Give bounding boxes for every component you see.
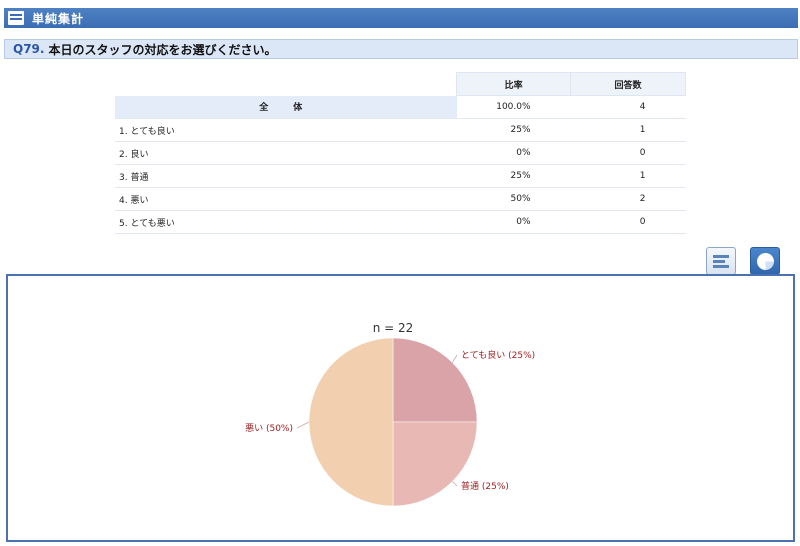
table-header-row: 比率 回答数	[115, 72, 686, 96]
row-count: 1	[570, 164, 686, 188]
bar-chart-icon-bar	[713, 260, 725, 263]
row-label: 4. 悪い	[115, 187, 457, 211]
pie-chart-icon	[757, 253, 774, 270]
total-ratio: 100.0%	[456, 95, 571, 119]
chart-title: n = 22	[373, 321, 414, 335]
row-count: 0	[570, 210, 686, 234]
pie-label-leader	[296, 421, 310, 429]
pie-label-leader	[452, 354, 458, 363]
pie-chart-view-button[interactable]	[750, 247, 780, 281]
table-row: 4. 悪い 50% 2	[115, 187, 686, 211]
column-header-ratio: 比率	[456, 72, 572, 96]
question-number: Q79.	[13, 42, 45, 56]
section-header-bar: 単純集計	[4, 8, 798, 28]
table-row: 2. 良い 0% 0	[115, 141, 686, 165]
row-ratio: 0%	[456, 210, 571, 234]
total-count: 4	[570, 95, 686, 119]
row-label: 5. とても悪い	[115, 210, 457, 234]
row-count: 0	[570, 141, 686, 165]
results-table: 比率 回答数 全 体 100.0% 4 1. とても良い 25% 1 2. 良い…	[115, 72, 686, 234]
row-ratio: 25%	[456, 118, 571, 142]
row-ratio: 50%	[456, 187, 571, 211]
bar-chart-icon	[713, 255, 729, 258]
pie-slice	[392, 421, 478, 507]
chart-panel: n = 22 とても良い (25%) 普通 (25%) 悪い (50%)	[6, 274, 795, 542]
bar-chart-view-button[interactable]	[706, 247, 736, 275]
bar-chart-icon-bar	[713, 265, 729, 268]
pie-slice	[308, 337, 394, 507]
row-count: 2	[570, 187, 686, 211]
list-icon	[8, 11, 24, 25]
row-ratio: 0%	[456, 141, 571, 165]
table-row: 5. とても悪い 0% 0	[115, 210, 686, 234]
row-label: 3. 普通	[115, 164, 457, 188]
pie-chart: n = 22 とても良い (25%) 普通 (25%) 悪い (50%)	[245, 321, 535, 507]
table-row: 3. 普通 25% 1	[115, 164, 686, 188]
table-row-total: 全 体 100.0% 4	[115, 95, 686, 119]
pie-label-leader	[452, 481, 458, 487]
row-ratio: 25%	[456, 164, 571, 188]
row-label: 2. 良い	[115, 141, 457, 165]
table-row: 1. とても良い 25% 1	[115, 118, 686, 142]
pie-slice-label: 悪い (50%)	[245, 423, 293, 434]
question-text: 本日のスタッフの対応をお選びください。	[48, 42, 277, 57]
pie-slice-label: 普通 (25%)	[461, 480, 509, 492]
column-header-count: 回答数	[570, 72, 686, 96]
pie-slice-label: とても良い (25%)	[461, 349, 535, 361]
row-label: 1. とても良い	[115, 118, 457, 142]
table-header-blank	[115, 73, 457, 96]
question-bar: Q79. 本日のスタッフの対応をお選びください。	[4, 39, 798, 59]
total-label: 全 体	[115, 95, 457, 119]
section-title: 単純集計	[32, 11, 85, 26]
row-count: 1	[570, 118, 686, 142]
